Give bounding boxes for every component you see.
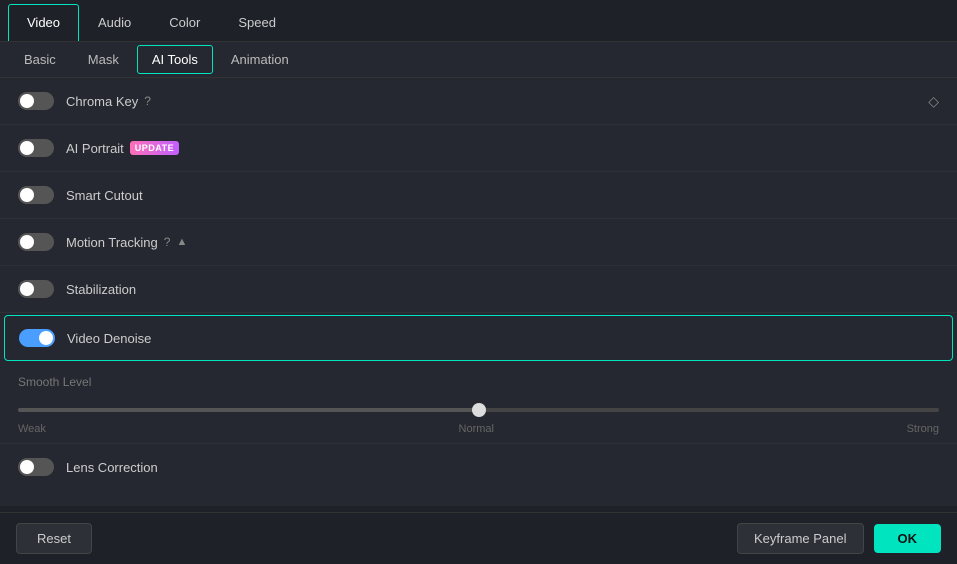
motion-tracking-label: Motion Tracking ? ▲ (66, 235, 939, 250)
lens-correction-label: Lens Correction (66, 460, 939, 475)
stabilization-row: Stabilization (0, 266, 957, 313)
smart-cutout-label: Smart Cutout (66, 188, 939, 203)
tab-mask[interactable]: Mask (72, 42, 135, 77)
tab-color[interactable]: Color (150, 4, 219, 41)
ai-portrait-label: AI Portrait UPDATE (66, 141, 939, 156)
stabilization-toggle[interactable] (18, 280, 54, 298)
smart-cutout-toggle[interactable] (18, 186, 54, 204)
chroma-key-help-icon[interactable]: ? (144, 94, 151, 108)
right-buttons: Keyframe Panel OK (737, 523, 941, 554)
video-denoise-toggle[interactable] (19, 329, 55, 347)
smooth-slider-container (18, 399, 939, 417)
sub-tab-bar: Basic Mask AI Tools Animation (0, 42, 957, 78)
ai-portrait-row: AI Portrait UPDATE (0, 125, 957, 172)
motion-tracking-toggle[interactable] (18, 233, 54, 251)
lens-correction-toggle[interactable] (18, 458, 54, 476)
ai-portrait-toggle[interactable] (18, 139, 54, 157)
ok-button[interactable]: OK (874, 524, 942, 553)
reset-button[interactable]: Reset (16, 523, 92, 554)
keyframe-panel-button[interactable]: Keyframe Panel (737, 523, 864, 554)
chroma-key-label: Chroma Key ? (66, 94, 928, 109)
tab-audio[interactable]: Audio (79, 4, 150, 41)
slider-label-normal: Normal (459, 423, 494, 435)
motion-tracking-help-icon[interactable]: ? (164, 235, 171, 249)
chroma-key-row: Chroma Key ? ◇ (0, 78, 957, 125)
tab-animation[interactable]: Animation (215, 42, 305, 77)
tab-ai-tools[interactable]: AI Tools (137, 45, 213, 74)
content-area: Chroma Key ? ◇ AI Portrait UPDATE Smart … (0, 78, 957, 506)
tab-basic[interactable]: Basic (8, 42, 72, 77)
smooth-level-slider[interactable] (18, 408, 939, 412)
motion-tracking-collapse-icon[interactable]: ▲ (176, 236, 187, 248)
video-denoise-label: Video Denoise (67, 331, 938, 346)
smart-cutout-row: Smart Cutout (0, 172, 957, 219)
stabilization-label: Stabilization (66, 282, 939, 297)
chroma-key-diamond-icon[interactable]: ◇ (928, 93, 939, 110)
tab-speed[interactable]: Speed (219, 4, 295, 41)
motion-tracking-row: Motion Tracking ? ▲ (0, 219, 957, 266)
slider-labels: Weak Normal Strong (18, 423, 939, 435)
chroma-key-toggle[interactable] (18, 92, 54, 110)
lens-correction-row: Lens Correction (0, 444, 957, 490)
ai-portrait-badge: UPDATE (130, 141, 179, 155)
smooth-level-label: Smooth Level (18, 375, 939, 389)
video-denoise-row: Video Denoise (4, 315, 953, 361)
smooth-level-section: Smooth Level Weak Normal Strong (0, 363, 957, 444)
slider-label-weak: Weak (18, 423, 46, 435)
top-tab-bar: Video Audio Color Speed (0, 0, 957, 42)
slider-label-strong: Strong (907, 423, 939, 435)
tab-video[interactable]: Video (8, 4, 79, 41)
bottom-bar: Reset Keyframe Panel OK (0, 512, 957, 564)
